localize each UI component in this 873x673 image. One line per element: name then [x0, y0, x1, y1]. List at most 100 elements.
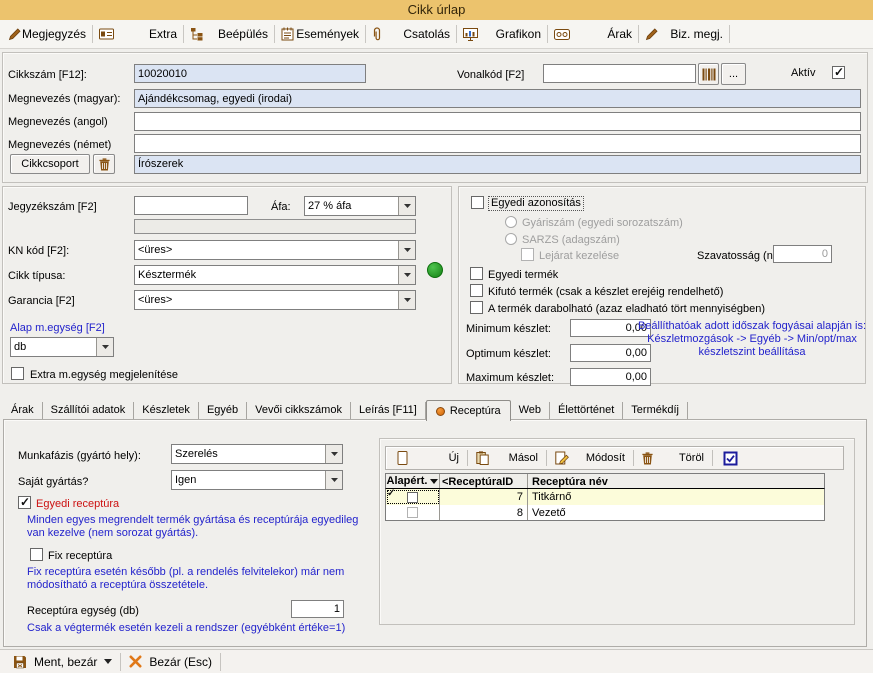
toolbar-grafikon-button[interactable]: Grafikon — [457, 23, 547, 45]
chevron-down-icon[interactable] — [96, 338, 113, 356]
button-label: Ment, bezár — [34, 655, 97, 669]
select-checked-button[interactable] — [714, 448, 746, 468]
kn-kod-select[interactable]: <üres> — [134, 240, 416, 260]
extra-egyseg-checkbox[interactable] — [11, 367, 24, 380]
table-row[interactable]: 8 Vezető — [385, 505, 825, 521]
megnevezes-nemet-input[interactable] — [134, 134, 861, 153]
chevron-down-icon[interactable] — [325, 445, 342, 463]
cikkszam-input[interactable] — [134, 64, 366, 83]
grid-cell-alapert[interactable] — [386, 505, 440, 520]
vonalkod-browse-button[interactable]: ... — [721, 63, 746, 85]
tab-keszletek[interactable]: Készletek — [134, 402, 199, 420]
aktiv-checkbox[interactable] — [832, 66, 845, 79]
chart-icon — [463, 28, 478, 41]
toolbar-label: Megjegyzés — [22, 27, 86, 41]
chevron-down-icon[interactable] — [325, 471, 342, 489]
toolbar-extra-button[interactable]: Extra — [93, 23, 183, 45]
garancia-select[interactable]: <üres> — [134, 290, 416, 310]
megnevezes-angol-label: Megnevezés (angol) — [8, 116, 108, 129]
fix-receptura-checkbox[interactable] — [30, 548, 43, 561]
sarzs-label: SARZS (adagszám) — [522, 234, 620, 247]
tab-web[interactable]: Web — [511, 402, 550, 420]
vonalkod-input[interactable] — [543, 64, 696, 83]
megnevezes-angol-input[interactable] — [134, 112, 861, 131]
alapert-checkbox[interactable] — [407, 492, 418, 503]
aktiv-label: Aktív — [791, 67, 815, 80]
chevron-down-icon[interactable] — [398, 241, 415, 259]
grid-cell-alapert[interactable] — [386, 489, 440, 505]
toolbar-esemenyek-button[interactable]: Események — [275, 23, 365, 45]
munkafazis-value: Szerelés — [172, 445, 325, 463]
footer-separator — [220, 653, 221, 671]
megnevezes-magyar-input[interactable] — [134, 89, 861, 108]
window-titlebar: Cikk úrlap — [0, 0, 873, 20]
grid-header-alapert[interactable]: Alapért. — [386, 474, 440, 488]
grid-cell-nev[interactable]: Vezető — [528, 505, 824, 520]
save-close-button[interactable]: Ment, bezár — [5, 652, 120, 672]
id-card-icon — [99, 28, 114, 40]
barcode-button[interactable] — [698, 63, 719, 85]
tab-arak[interactable]: Árak — [3, 402, 43, 420]
trash-icon — [642, 452, 653, 465]
copy-receptura-button[interactable]: Másol — [469, 448, 545, 468]
tab-szallitoi-adatok[interactable]: Szállítói adatok — [43, 402, 135, 420]
new-page-icon — [397, 451, 408, 465]
tab-vevoi-cikkszamok[interactable]: Vevői cikkszámok — [247, 402, 351, 420]
chevron-down-icon[interactable] — [398, 291, 415, 309]
cikk-tipusa-select[interactable]: Késztermék — [134, 265, 416, 285]
egyedi-termek-checkbox[interactable] — [470, 267, 483, 280]
alapert-checkbox[interactable] — [407, 507, 418, 518]
dropdown-caret-icon[interactable] — [104, 659, 112, 664]
toolbar-megjegyzes-button[interactable]: Megjegyzés — [2, 23, 92, 45]
alap-egyseg-select[interactable]: db — [10, 337, 114, 357]
grid-cell-nev[interactable]: Titkárnő — [528, 489, 824, 505]
toolbar-csatolas-button[interactable]: Csatolás — [366, 23, 456, 45]
notepad-icon — [281, 27, 294, 41]
cikkszam-label: Cikkszám [F12]: — [8, 69, 87, 82]
tab-label: Termékdíj — [631, 404, 679, 416]
grid-cell-id[interactable]: 8 — [440, 505, 528, 520]
toolbar-separator — [546, 450, 547, 466]
tab-termekdij[interactable]: Termékdíj — [623, 402, 688, 420]
tab-label: Élettörténet — [558, 404, 614, 416]
toolbar-label: Grafikon — [496, 27, 541, 41]
column-label: Alapért. — [387, 475, 428, 487]
close-button[interactable]: Bezár (Esc) — [121, 652, 220, 672]
receptura-egyseg-input[interactable] — [291, 600, 344, 618]
sort-icon — [430, 479, 438, 484]
szavatossag-input — [773, 245, 832, 263]
jegyzekszam-input[interactable] — [134, 196, 248, 215]
toolbar-beepules-button[interactable]: Beépülés — [184, 23, 274, 45]
tab-elettortenet[interactable]: Élettörténet — [550, 402, 623, 420]
grid-header-recepturaid[interactable]: <ReceptúraID — [440, 474, 528, 488]
toolbar-label: Események — [296, 27, 359, 41]
tab-leiras[interactable]: Leírás [F11] — [351, 402, 426, 420]
grid-header-receptura-nev[interactable]: Receptúra név — [528, 474, 824, 488]
cikkcsoport-value-field[interactable]: Írószerek — [134, 155, 861, 174]
chevron-down-icon[interactable] — [398, 266, 415, 284]
darabolhato-checkbox[interactable] — [470, 301, 483, 314]
egyedi-azonositas-checkbox[interactable] — [471, 196, 484, 209]
fix-receptura-label: Fix receptúra — [48, 550, 112, 563]
fix-receptura-info-text: Fix receptúra esetén később (pl. a rende… — [27, 566, 372, 592]
delete-receptura-button[interactable]: Töröl — [635, 448, 711, 468]
munkafazis-select[interactable]: Szerelés — [171, 444, 343, 464]
maximum-keszlet-input[interactable] — [570, 368, 651, 386]
cikkcsoport-button[interactable]: Cikkcsoport — [10, 154, 90, 174]
toolbar-biz-megj-button[interactable]: Biz. megj. — [639, 23, 729, 45]
kifuto-termek-checkbox[interactable] — [470, 284, 483, 297]
cikkcsoport-clear-button[interactable] — [93, 154, 115, 174]
chevron-down-icon[interactable] — [398, 197, 415, 215]
new-receptura-button[interactable]: Új — [390, 448, 466, 468]
afa-select[interactable]: 27 % áfa — [304, 196, 416, 216]
grid-cell-id[interactable]: 7 — [440, 489, 528, 505]
tab-receptura[interactable]: Receptúra — [426, 400, 511, 421]
cikk-urlap-window: Cikk úrlap Megjegyzés Extra Beépülés Ese… — [0, 0, 873, 673]
tab-egyeb[interactable]: Egyéb — [199, 402, 247, 420]
alap-egyseg-label[interactable]: Alap m.egység [F2] — [10, 322, 105, 335]
toolbar-arak-button[interactable]: Árak — [548, 23, 638, 45]
table-row[interactable]: 7 Titkárnő — [385, 489, 825, 505]
modify-receptura-button[interactable]: Módosít — [548, 448, 632, 468]
sajat-gyartas-select[interactable]: Igen — [171, 470, 343, 490]
egyedi-receptura-checkbox[interactable] — [18, 496, 31, 509]
